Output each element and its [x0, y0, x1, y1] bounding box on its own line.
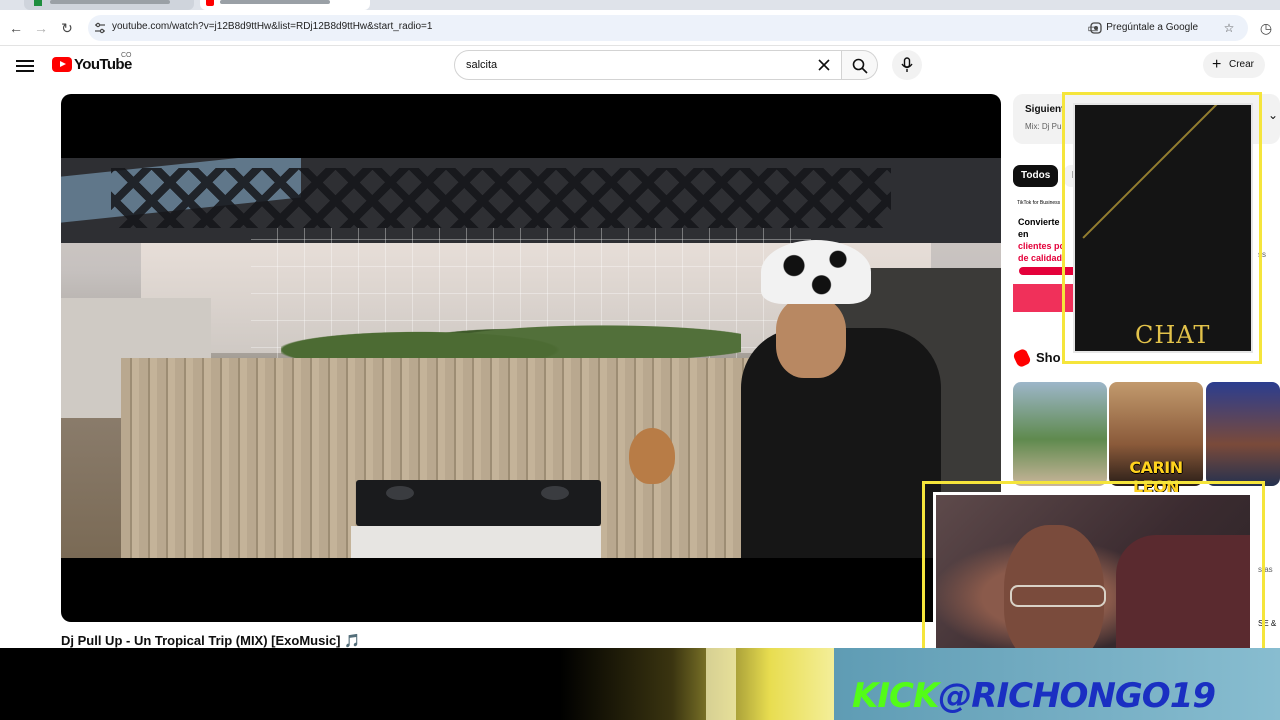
kick-handle-banner: KICK@RICHONGO19	[852, 676, 1216, 716]
url-text[interactable]: youtube.com/watch?v=j12B8d9ttHw&list=RDj…	[112, 21, 432, 32]
hamburger-menu-icon[interactable]	[16, 57, 34, 73]
create-button[interactable]: + Crear	[1203, 52, 1265, 78]
shorts-section-title: Sho	[1036, 350, 1061, 365]
history-icon[interactable]: ◷	[1256, 18, 1276, 38]
create-label: Crear	[1229, 59, 1255, 70]
video-frame	[61, 158, 1001, 558]
tab-title-fragment	[220, 0, 330, 4]
dj-controller	[356, 480, 601, 526]
playlist-subtitle: Mix: Dj Pu	[1025, 122, 1062, 131]
ask-google-button[interactable]: Pregúntale a Google	[1086, 19, 1204, 37]
youtube-play-icon	[52, 57, 72, 72]
back-arrow-icon[interactable]: ←	[6, 18, 26, 38]
voice-search-button[interactable]	[892, 50, 922, 80]
ad-brand: TikTok for Business	[1017, 200, 1061, 206]
video-scene-hat	[761, 240, 871, 304]
chip-all[interactable]: Todos	[1013, 165, 1059, 187]
webcam-feed	[933, 492, 1253, 668]
lens-icon	[1090, 22, 1102, 34]
clear-search-icon[interactable]	[817, 58, 831, 72]
video-scene-head	[776, 298, 846, 378]
video-scene-table	[351, 526, 601, 558]
search-query-text[interactable]: salcita	[466, 59, 497, 71]
bookmark-star-icon[interactable]: ☆	[1222, 21, 1236, 35]
video-scene-gourd	[629, 428, 675, 484]
reload-icon[interactable]: ↻	[57, 18, 77, 38]
browser-tab[interactable]	[24, 0, 194, 10]
shorts-icon	[1012, 347, 1032, 369]
chat-panel: CHAT	[1073, 103, 1253, 353]
chat-label: CHAT	[1135, 321, 1211, 349]
tab-favicon	[34, 0, 42, 6]
forward-arrow-icon[interactable]: →	[31, 18, 51, 38]
playlist-next-label: Siguient	[1025, 104, 1065, 115]
glasses	[1010, 585, 1106, 607]
video-scene-lattice	[111, 168, 891, 228]
youtube-masthead: YouTube CO salcita + Crear	[0, 46, 1280, 86]
microphone-icon	[901, 57, 913, 72]
address-bar[interactable]: youtube.com/watch?v=j12B8d9ttHw&list=RDj…	[88, 15, 1248, 41]
short-thumbnail[interactable]	[1206, 382, 1280, 486]
search-button[interactable]	[842, 50, 878, 80]
browser-tab-strip	[0, 0, 1280, 10]
country-code: CO	[121, 52, 132, 59]
browser-toolbar: ← → ↻ youtube.com/watch?v=j12B8d9ttHw&li…	[0, 10, 1280, 46]
search-icon	[852, 58, 868, 74]
ask-google-label: Pregúntale a Google	[1106, 22, 1198, 33]
browser-tab-active[interactable]	[200, 0, 370, 10]
plus-icon: +	[1212, 56, 1222, 73]
tab-title-fragment	[50, 0, 170, 4]
stream-chat-overlay: CHAT	[1062, 92, 1262, 364]
streamer-handle: @RICHONGO19	[938, 676, 1216, 716]
kick-logo-text: KICK	[852, 676, 939, 716]
chevron-down-icon[interactable]: ⌄	[1268, 108, 1278, 122]
site-settings-icon[interactable]	[94, 22, 106, 34]
video-title: Dj Pull Up - Un Tropical Trip (MIX) [Exo…	[61, 633, 361, 648]
search-input[interactable]: salcita	[454, 50, 842, 80]
youtube-favicon-icon	[206, 0, 214, 6]
short-thumbnail[interactable]	[1013, 382, 1107, 486]
video-player[interactable]	[61, 94, 1001, 622]
